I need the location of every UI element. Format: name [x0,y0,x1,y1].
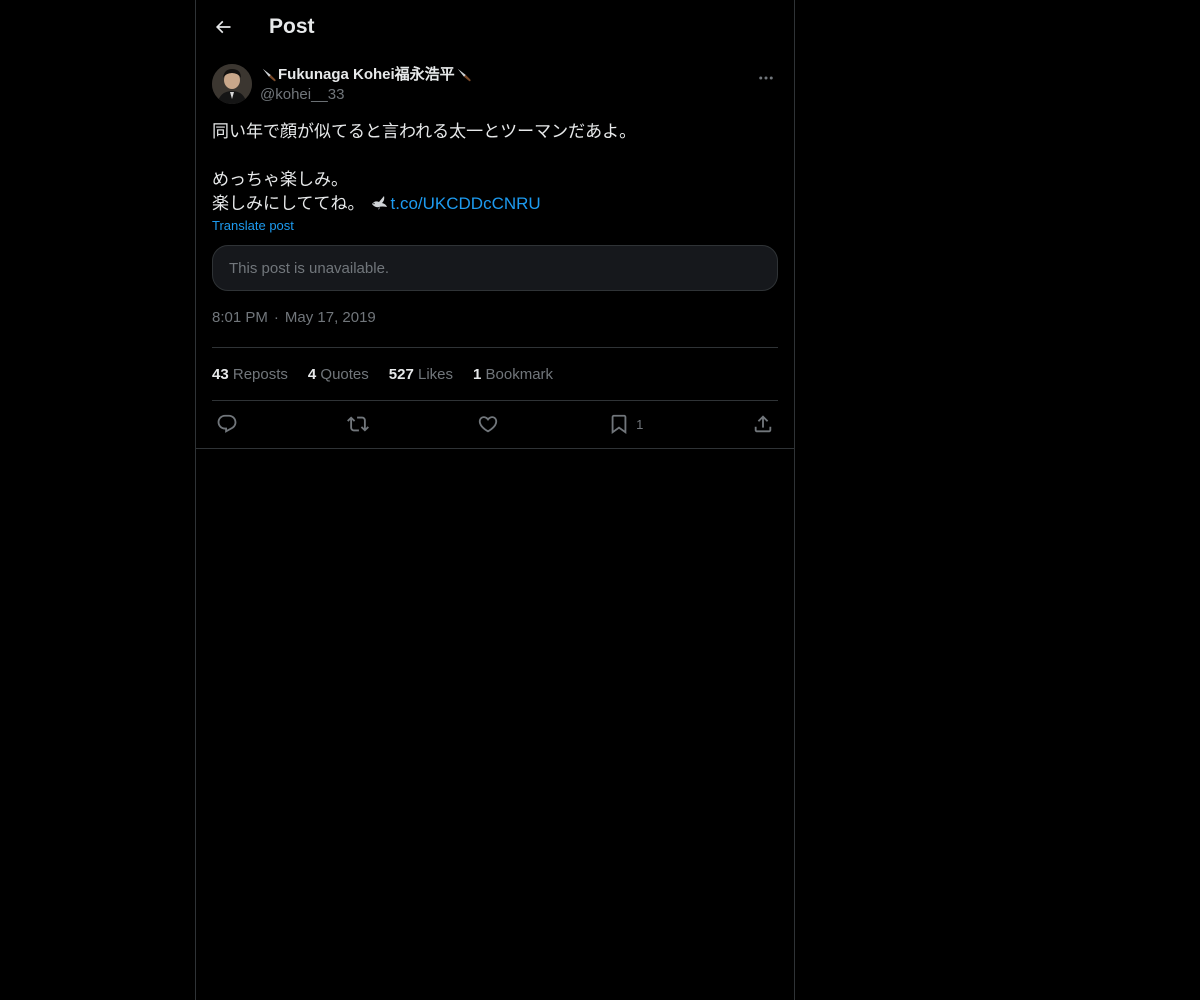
post-link[interactable]: t.co/UKCDDcCNRU [391,194,541,213]
author-display-name[interactable]: Fukunaga Kohei福永浩平 [260,65,473,85]
bookmarks-label: Bookmark [485,365,554,383]
reposts-stat[interactable]: 43 Reposts [212,366,288,383]
back-arrow-icon [215,20,231,34]
reply-button[interactable] [216,413,238,435]
knife-icon [457,68,471,82]
dove-icon [371,196,387,210]
quotes-stat[interactable]: 4 Quotes [308,366,369,383]
post-text-line: 同い年で顔が似てると言われる太一とツーマンだあよ。 [212,122,637,142]
reply-icon [217,414,237,433]
post-timestamp: 8:01 PM · May 17, 2019 [212,309,778,347]
bookmark-icon [611,414,627,435]
timestamp-separator: · [273,309,279,326]
likes-stat[interactable]: 527 Likes [389,366,453,383]
author-names: Fukunaga Kohei福永浩平 @kohei__33 [260,65,473,105]
action-bar: 1 [212,401,778,447]
more-icon [759,76,773,80]
quotes-count: 4 [307,365,317,383]
likes-label: Likes [417,365,454,383]
post-bottom-border [196,448,794,449]
quoted-post-card: This post is unavailable. [212,245,778,291]
post-time[interactable]: 8:01 PM [212,309,268,326]
author-row: Fukunaga Kohei福永浩平 @kohei__33 [212,64,778,116]
bookmark-count: 1 [636,416,644,432]
back-button[interactable] [212,16,234,38]
post-text-line [212,144,778,168]
more-button[interactable] [756,68,776,88]
likes-count: 527 [388,365,414,383]
quotes-label: Quotes [320,365,369,383]
post-stats: 43 Reposts 4 Quotes 527 Likes 1 Bookmark [212,348,778,400]
avatar[interactable] [212,64,252,104]
reposts-label: Reposts [232,365,288,383]
post-text: 同い年で顔が似てると言われる太一とツーマンだあよ。 めっちゃ楽しみ。 楽しみにし… [212,120,778,216]
like-icon [479,416,498,433]
primary-column: Post Fukunaga Kohei福永浩平 @kohei__33 同い年で顔… [195,0,795,1000]
author-handle[interactable]: @kohei__33 [260,85,473,105]
repost-button[interactable] [346,413,369,435]
bookmarks-stat[interactable]: 1 Bookmark [473,366,553,383]
post-text-line: 楽しみにしててね。 [212,194,365,214]
share-button[interactable] [752,413,774,435]
avatar-image [212,64,252,104]
like-button[interactable] [477,413,499,435]
post-date[interactable]: May 17, 2019 [285,309,376,326]
repost-icon [346,416,369,432]
knife-icon [262,68,276,82]
page-title: Post [269,15,315,38]
bookmark-button[interactable]: 1 [608,413,643,435]
post-text-line-with-link: 楽しみにしててね。 t.co/UKCDDcCNRU [212,192,778,216]
post-text-line: めっちゃ楽しみ。 [212,170,348,190]
post: Fukunaga Kohei福永浩平 @kohei__33 同い年で顔が似てると… [196,64,794,447]
unavailable-message: This post is unavailable. [229,259,390,277]
translate-post-link[interactable]: Translate post [212,218,294,233]
bookmarks-count: 1 [473,365,482,383]
reposts-count: 43 [212,365,229,383]
author-name-text: Fukunaga Kohei福永浩平 [278,66,455,83]
header: Post [196,0,794,54]
share-icon [754,415,772,433]
